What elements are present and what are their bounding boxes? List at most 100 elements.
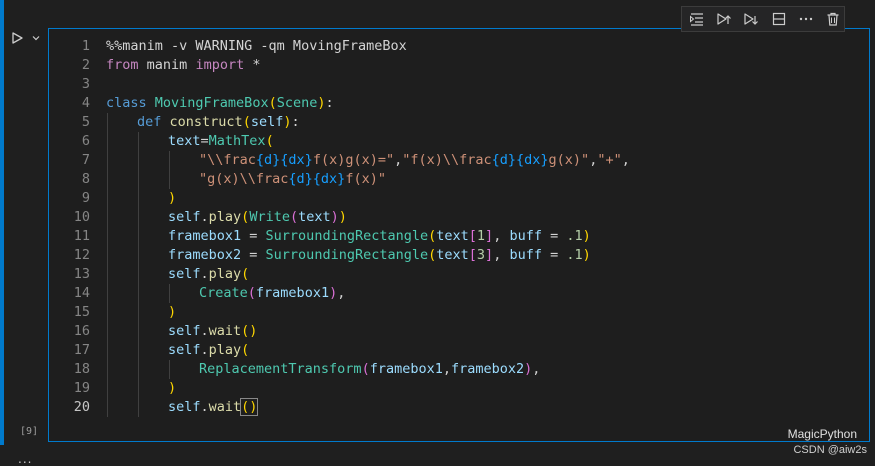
code-token: = bbox=[541, 247, 567, 263]
indent-guide bbox=[107, 132, 108, 151]
code-token: ) bbox=[582, 247, 591, 263]
code-line[interactable]: 8 "g(x)\\frac{d}{dx}f(x)" bbox=[49, 170, 869, 189]
code-token: buff bbox=[509, 228, 542, 244]
line-number: 8 bbox=[81, 171, 90, 187]
code-token: ( bbox=[241, 266, 250, 282]
more-actions-button[interactable] bbox=[795, 8, 816, 30]
code-token: ) bbox=[168, 380, 177, 396]
line-number: 5 bbox=[81, 114, 90, 130]
indent-guide bbox=[169, 284, 170, 303]
code-line[interactable]: 5 def construct(self): bbox=[49, 113, 869, 132]
cell-language-label[interactable]: MagicPython bbox=[788, 427, 857, 441]
indent-guide bbox=[107, 303, 108, 322]
code-line[interactable]: 12 framebox2 = SurroundingRectangle(text[… bbox=[49, 246, 869, 265]
code-line[interactable]: 4 class MovingFrameBox(Scene): bbox=[49, 94, 869, 113]
code-token: def bbox=[137, 114, 162, 130]
output-collapse-toggle[interactable]: ... bbox=[18, 452, 32, 466]
indent-guide bbox=[138, 189, 139, 208]
code-token: text bbox=[436, 228, 469, 244]
line-code: self.wait() bbox=[168, 322, 257, 341]
line-code: ) bbox=[168, 303, 176, 322]
code-line[interactable]: 14 Create(framebox1), bbox=[49, 284, 869, 303]
line-code: "\\frac{d}{dx}f(x)g(x)=","f(x)\\frac{d}{… bbox=[199, 151, 630, 170]
play-icon bbox=[12, 32, 23, 44]
code-token: self bbox=[168, 209, 201, 225]
code-token: . bbox=[200, 342, 209, 358]
code-token: {d}{dx} bbox=[491, 152, 549, 168]
line-number: 1 bbox=[81, 38, 90, 54]
code-line[interactable]: 18 ReplacementTransform(framebox1,framebo… bbox=[49, 360, 869, 379]
code-line[interactable]: 20 self.wait() bbox=[49, 398, 869, 417]
delete-cell-button[interactable] bbox=[823, 8, 844, 30]
watermark: CSDN @aiw2s bbox=[793, 444, 867, 456]
code-token: SurroundingRectangle bbox=[265, 228, 429, 244]
code-token: play bbox=[208, 266, 242, 282]
code-line[interactable]: 7 "\\frac{d}{dx}f(x)g(x)=","f(x)\\frac{d}… bbox=[49, 151, 869, 170]
code-token: %%manim -v WARNING -qm MovingFrameBox bbox=[106, 38, 407, 54]
code-token: "f(x)\\frac bbox=[402, 152, 492, 168]
code-token: = bbox=[241, 228, 266, 244]
code-line[interactable]: 1 %%manim -v WARNING -qm MovingFrameBox bbox=[49, 37, 869, 56]
code-token: self bbox=[168, 266, 201, 282]
code-line[interactable]: 10 self.play(Write(text)) bbox=[49, 208, 869, 227]
code-token: framebox1 bbox=[255, 285, 330, 301]
line-number: 12 bbox=[73, 247, 90, 263]
code-line[interactable]: 2 from manim import * bbox=[49, 56, 869, 75]
code-token: manim bbox=[146, 57, 188, 73]
indent-guide bbox=[169, 170, 170, 189]
code-token: ) bbox=[168, 190, 177, 206]
code-token: text bbox=[298, 209, 331, 225]
code-area[interactable]: 1 %%manim -v WARNING -qm MovingFrameBox 2 f… bbox=[49, 37, 869, 417]
execute-below-button[interactable] bbox=[741, 8, 762, 30]
split-cell-button[interactable] bbox=[768, 8, 789, 30]
code-token: {d}{dx} bbox=[255, 152, 313, 168]
line-code: self.play(Write(text)) bbox=[168, 208, 347, 227]
code-line[interactable]: 3 bbox=[49, 75, 869, 94]
code-token: wait bbox=[208, 323, 242, 339]
code-line[interactable]: 19) bbox=[49, 379, 869, 398]
run-by-line-button[interactable] bbox=[686, 8, 707, 30]
code-token: [ bbox=[468, 228, 477, 244]
line-number: 4 bbox=[81, 95, 90, 111]
line-number: 17 bbox=[73, 342, 90, 358]
run-options-dropdown[interactable] bbox=[30, 32, 42, 44]
line-number: 18 bbox=[73, 361, 90, 377]
code-token: ) bbox=[168, 304, 177, 320]
code-line[interactable]: 15) bbox=[49, 303, 869, 322]
line-number: 6 bbox=[81, 133, 90, 149]
line-number: 16 bbox=[73, 323, 90, 339]
cell-run-area bbox=[8, 28, 48, 48]
code-token: ( bbox=[265, 133, 274, 149]
code-line[interactable]: 17 self.play( bbox=[49, 341, 869, 360]
code-line[interactable]: 13 self.play( bbox=[49, 265, 869, 284]
code-token: framebox1 bbox=[369, 361, 443, 377]
code-line[interactable]: 6 text=MathTex( bbox=[49, 132, 869, 151]
indent-guide bbox=[107, 227, 108, 246]
code-line[interactable]: 11 framebox1 = SurroundingRectangle(text[… bbox=[49, 227, 869, 246]
code-token: : bbox=[291, 114, 300, 130]
code-token: ] bbox=[485, 228, 494, 244]
indent-guide bbox=[138, 284, 139, 303]
code-token: framebox2 bbox=[168, 247, 242, 263]
indent-guide bbox=[138, 151, 139, 170]
code-cell-editor[interactable]: 1 %%manim -v WARNING -qm MovingFrameBox 2 f… bbox=[48, 28, 870, 442]
indent-guide bbox=[107, 398, 108, 417]
indent-guide bbox=[107, 360, 108, 379]
code-token: , bbox=[337, 285, 346, 301]
line-number: 14 bbox=[73, 285, 90, 301]
code-line[interactable]: 16 self.wait() bbox=[49, 322, 869, 341]
execute-above-button[interactable] bbox=[713, 8, 734, 30]
run-cell-button[interactable] bbox=[8, 29, 26, 47]
code-line[interactable]: 9) bbox=[49, 189, 869, 208]
code-token: from bbox=[106, 57, 139, 73]
code-token: ) bbox=[329, 285, 338, 301]
code-token: "\\frac bbox=[199, 152, 256, 168]
code-token: , bbox=[394, 152, 403, 168]
code-token: . bbox=[200, 209, 209, 225]
line-code: "g(x)\\frac{d}{dx}f(x)" bbox=[199, 170, 386, 189]
line-number: 19 bbox=[73, 380, 90, 396]
code-token: construct bbox=[169, 114, 243, 130]
line-code: from manim import * bbox=[106, 56, 260, 75]
